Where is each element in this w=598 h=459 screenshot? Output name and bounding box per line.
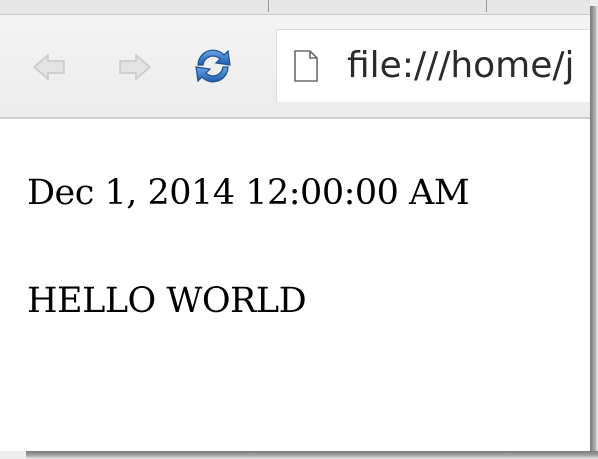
back-arrow-icon <box>32 53 65 81</box>
tab-strip <box>0 0 590 15</box>
page-icon <box>293 50 319 82</box>
datetime-text: Dec 1, 2014 12:00:00 AM <box>27 173 470 213</box>
window-shadow <box>26 451 598 459</box>
reload-button[interactable] <box>190 43 236 89</box>
tab-separator <box>268 0 269 12</box>
window-shadow <box>590 6 598 459</box>
hello-world-text: HELLO WORLD <box>27 281 307 321</box>
back-button[interactable] <box>30 47 70 87</box>
tab-separator <box>486 0 487 12</box>
address-bar[interactable]: file:///home/j <box>276 29 590 102</box>
address-bar-url[interactable]: file:///home/j <box>347 46 575 86</box>
reload-icon <box>195 49 231 83</box>
forward-button[interactable] <box>114 47 154 87</box>
navigation-toolbar: file:///home/j <box>0 15 590 119</box>
browser-window: file:///home/j Dec 1, 2014 12:00:00 AM H… <box>0 0 590 451</box>
page-content: Dec 1, 2014 12:00:00 AM HELLO WORLD <box>0 119 590 451</box>
forward-arrow-icon <box>119 53 152 81</box>
